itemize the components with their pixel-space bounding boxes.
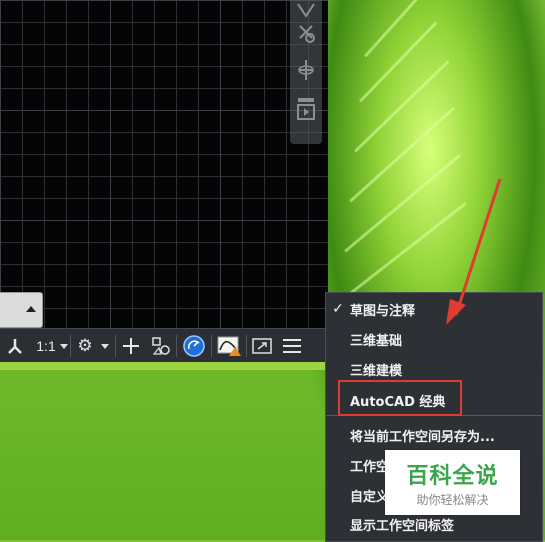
isolate-objects-icon[interactable]	[146, 329, 176, 363]
annotation-scale-value: 1:1	[36, 338, 56, 354]
highlight-box	[338, 380, 462, 416]
window-edge	[0, 362, 328, 370]
leaf-rib	[353, 60, 450, 153]
menu-item-label: 显示工作空间标签	[350, 518, 455, 534]
autocad-window: 1:1 ⚙	[0, 0, 328, 370]
menu-item-label: 将当前工作空间另存为...	[350, 429, 495, 445]
scroll-up-arrow-icon[interactable]	[26, 306, 36, 312]
chevron-down-icon	[59, 343, 68, 349]
watermark-subtitle: 助你轻松解决	[416, 493, 489, 507]
graphics-performance-icon[interactable]	[212, 329, 246, 363]
annotation-scale-icon[interactable]	[0, 329, 30, 363]
menu-item-label: 自定义	[350, 489, 390, 505]
leaf-rib	[363, 0, 427, 58]
chevron-down-icon	[100, 343, 109, 349]
steeringwheel-icon[interactable]	[296, 2, 316, 18]
status-bar: 1:1 ⚙	[0, 328, 328, 363]
menu-item-save-workspace-as[interactable]: 将当前工作空间另存为...	[326, 420, 542, 450]
navigation-bar	[290, 0, 322, 144]
pan-icon[interactable]	[296, 22, 316, 44]
watermark-title: 百科全说	[406, 464, 499, 489]
menu-item-label: 三维建模	[350, 363, 403, 379]
annotation-scale-dropdown[interactable]: 1:1	[30, 329, 70, 363]
menu-item-label: 草图与注释	[350, 303, 416, 319]
plus-icon[interactable]	[116, 329, 146, 363]
hamburger-menu-icon[interactable]	[277, 329, 307, 363]
orbit-icon[interactable]	[296, 58, 316, 82]
leaf-rib	[358, 21, 438, 103]
showmotion-icon[interactable]	[296, 96, 316, 122]
gear-icon: ⚙	[77, 336, 93, 355]
menu-item-label: 工作空	[350, 459, 390, 475]
drawing-grid-major	[0, 0, 328, 328]
fullscreen-icon[interactable]	[247, 329, 277, 363]
annotation-arrow-icon	[446, 178, 502, 325]
hardware-accel-icon[interactable]	[177, 329, 211, 363]
workspace-switching-button[interactable]: ⚙	[71, 329, 115, 363]
check-icon: ✓	[332, 301, 344, 317]
watermark: 百科全说 助你轻松解决	[385, 450, 520, 515]
menu-item-label: 三维基础	[350, 333, 403, 349]
command-line-scroll[interactable]	[0, 292, 43, 328]
